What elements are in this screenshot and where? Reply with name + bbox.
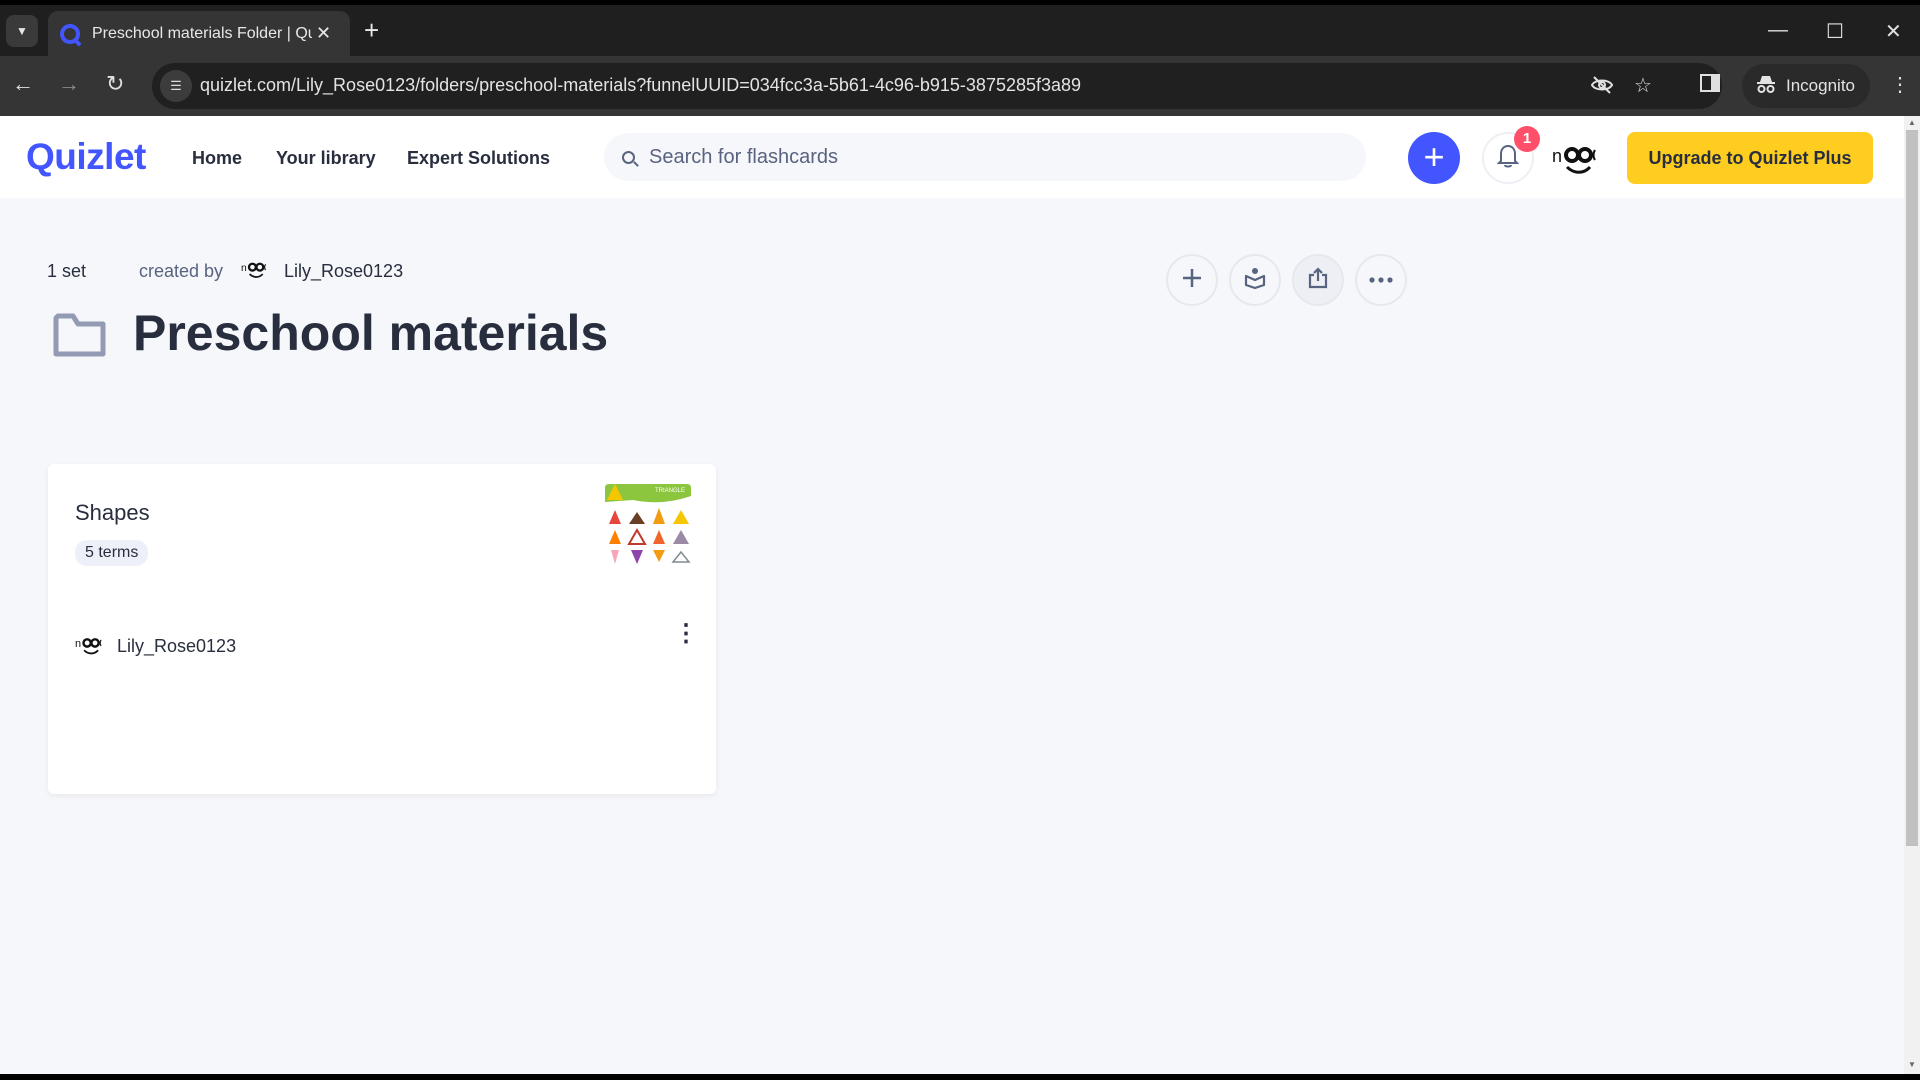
page-scrollbar[interactable]: ▲ ▼: [1904, 116, 1920, 1074]
forward-icon[interactable]: →: [58, 71, 80, 97]
scroll-thumb[interactable]: [1906, 130, 1918, 846]
search-bar[interactable]: [604, 133, 1366, 181]
nav-your-library[interactable]: Your library: [276, 148, 376, 169]
eye-off-icon[interactable]: [1590, 73, 1614, 103]
quizlet-logo[interactable]: Quizlet: [26, 136, 146, 178]
nav-home[interactable]: Home: [192, 148, 242, 169]
author-name[interactable]: Lily_Rose0123: [117, 636, 236, 657]
scroll-down-icon[interactable]: ▼: [1908, 1060, 1916, 1069]
plus-icon: [1181, 267, 1203, 294]
browser-toolbar: ← → ↻ ☰ quizlet.com/Lily_Rose0123/folder…: [0, 56, 1920, 116]
incognito-icon: [1756, 74, 1776, 99]
study-button[interactable]: [1229, 254, 1281, 306]
creator-name[interactable]: Lily_Rose0123: [284, 261, 403, 282]
reload-icon[interactable]: ↻: [106, 71, 124, 97]
add-set-button[interactable]: [1166, 254, 1218, 306]
tab-search-button[interactable]: ▼: [6, 15, 38, 47]
svg-text:n: n: [75, 638, 81, 650]
bookmark-star-icon[interactable]: ☆: [1634, 73, 1652, 98]
scroll-up-icon[interactable]: ▲: [1908, 118, 1916, 127]
screen-edge: [0, 1074, 1920, 1080]
upgrade-button[interactable]: Upgrade to Quizlet Plus: [1627, 132, 1873, 184]
search-icon: [622, 150, 635, 164]
thumbnail-label: TRIANGLE: [655, 488, 685, 494]
set-thumbnail: TRIANGLE: [603, 482, 693, 570]
more-options-button[interactable]: [1355, 254, 1407, 306]
incognito-indicator[interactable]: Incognito: [1742, 64, 1870, 108]
url-text[interactable]: quizlet.com/Lily_Rose0123/folders/presch…: [200, 75, 1081, 96]
close-window-icon[interactable]: ✕: [1885, 19, 1902, 44]
maximize-icon[interactable]: ☐: [1826, 19, 1844, 44]
quizlet-favicon-icon: [60, 23, 80, 44]
browser-tab[interactable]: Preschool materials Folder | Qu ✕: [48, 11, 350, 56]
author-avatar: n: [75, 632, 109, 660]
back-icon[interactable]: ←: [12, 71, 34, 97]
share-icon: [1306, 266, 1330, 295]
share-button[interactable]: [1292, 254, 1344, 306]
minimize-icon[interactable]: —: [1768, 19, 1788, 42]
more-horizontal-icon: [1368, 271, 1394, 289]
quizlet-page: Quizlet Home Your library Expert Solutio…: [0, 116, 1904, 1074]
set-title[interactable]: Shapes: [75, 500, 150, 526]
set-card[interactable]: Shapes 5 terms TRIANGLE n Lily_Rose0123 …: [48, 464, 716, 794]
address-bar[interactable]: ☰ quizlet.com/Lily_Rose0123/folders/pres…: [152, 63, 1722, 109]
new-tab-button[interactable]: +: [364, 17, 379, 43]
user-avatar[interactable]: n: [1552, 140, 1608, 180]
set-options-icon[interactable]: ⋮: [674, 622, 698, 646]
incognito-label: Incognito: [1786, 76, 1855, 95]
side-panel-icon[interactable]: [1700, 73, 1720, 99]
site-header: Quizlet Home Your library Expert Solutio…: [0, 116, 1904, 198]
tab-title: Preschool materials Folder | Qu: [92, 24, 312, 42]
svg-text:n: n: [241, 263, 247, 274]
browser-window: ▼ Preschool materials Folder | Qu ✕ + — …: [0, 0, 1920, 1080]
svg-text:n: n: [1552, 146, 1562, 166]
search-input[interactable]: [649, 145, 1329, 169]
create-button[interactable]: +: [1408, 132, 1460, 184]
study-book-icon: [1243, 266, 1267, 295]
chevron-down-icon: ▼: [16, 24, 28, 38]
browser-menu-icon[interactable]: ⋮: [1890, 72, 1910, 97]
created-by-label: created by: [139, 261, 224, 281]
close-tab-icon[interactable]: ✕: [316, 23, 331, 44]
folder-title: Preschool materials: [133, 305, 609, 361]
set-count: 1 set: [47, 261, 87, 281]
site-info-icon[interactable]: ☰: [160, 70, 192, 102]
folder-icon: [52, 312, 107, 358]
title-bar: ▼ Preschool materials Folder | Qu ✕ + — …: [0, 0, 1920, 56]
notification-badge: 1: [1514, 126, 1540, 152]
plus-icon: +: [1423, 136, 1445, 177]
nav-expert-solutions[interactable]: Expert Solutions: [407, 148, 550, 169]
terms-count-badge: 5 terms: [75, 540, 149, 566]
creator-avatar: n: [241, 258, 273, 282]
